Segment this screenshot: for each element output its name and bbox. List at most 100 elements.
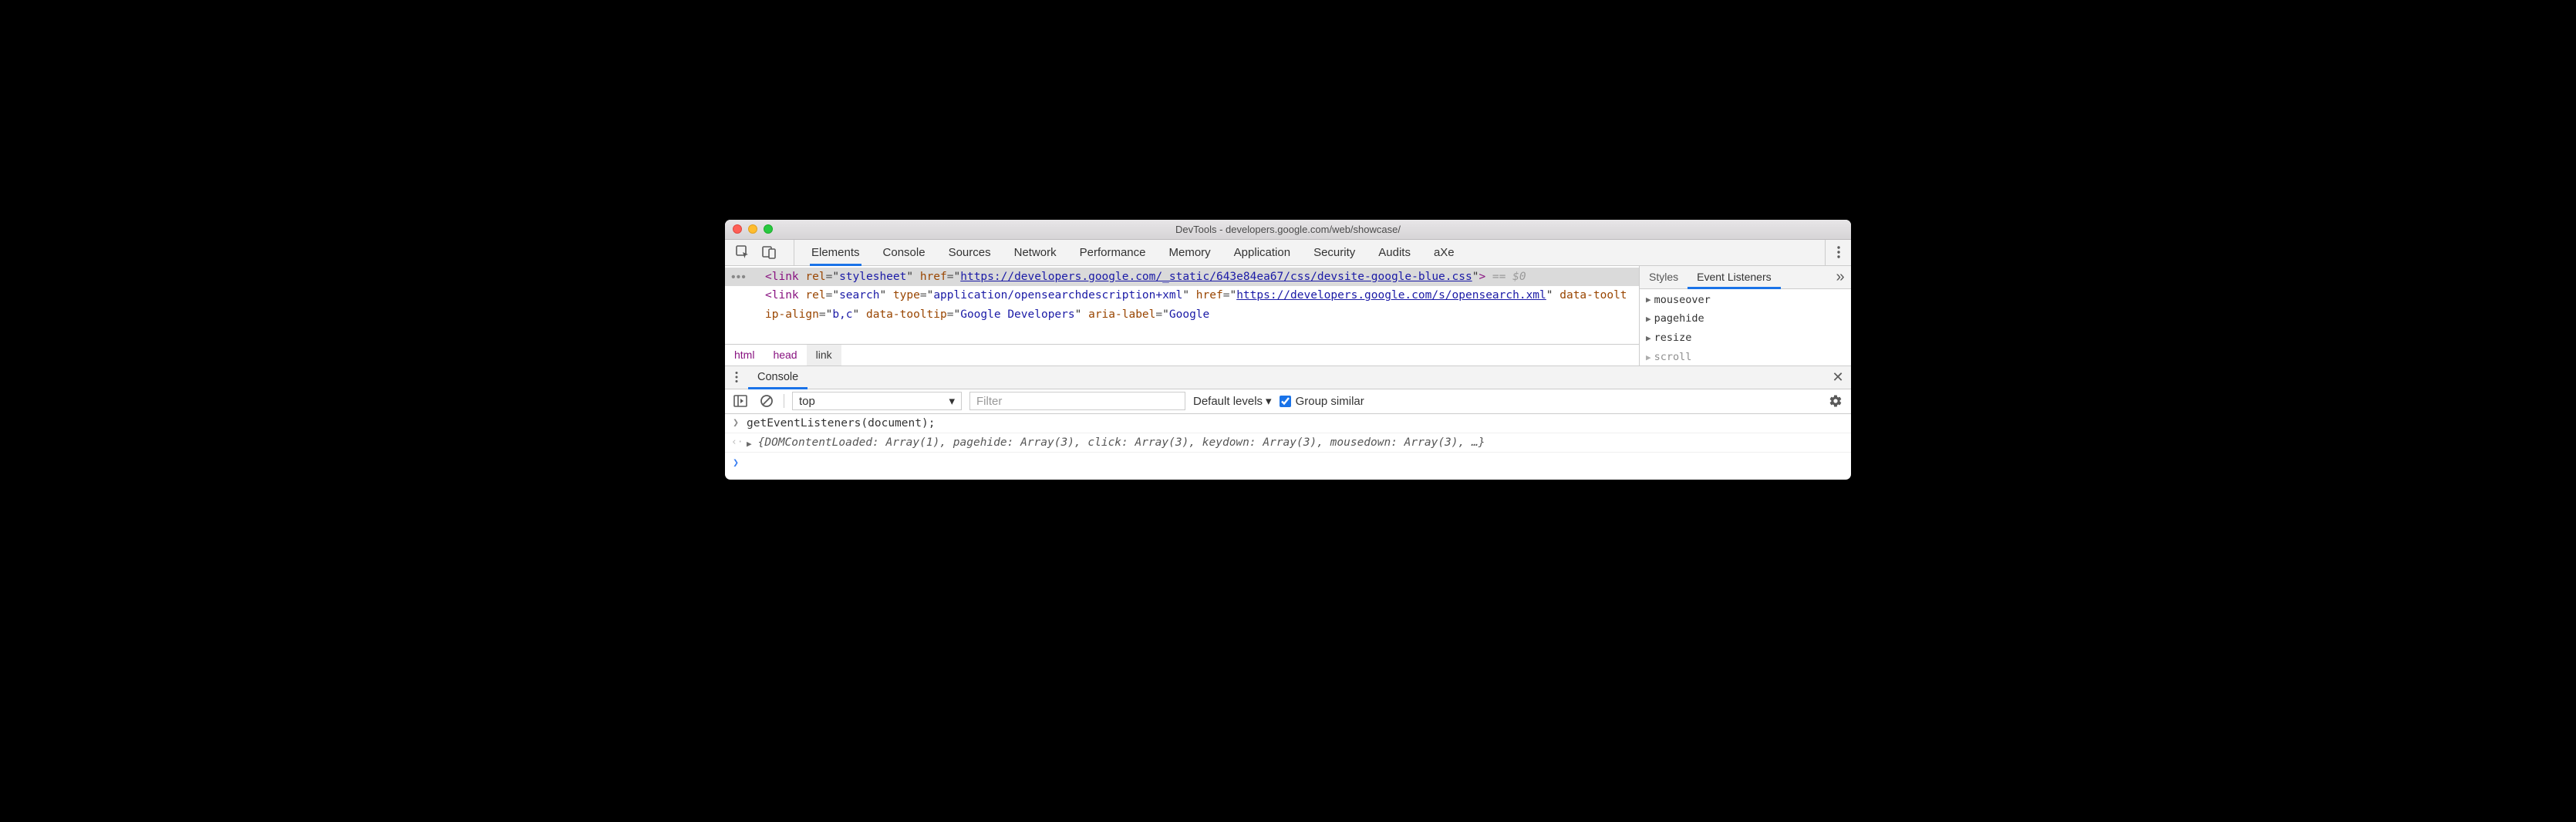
tab-label: Elements — [811, 246, 860, 259]
window-title: DevTools - developers.google.com/web/sho… — [725, 224, 1851, 235]
console-output-line[interactable]: ‹⋅ ▶ {DOMContentLoaded: Array(1), pagehi… — [725, 433, 1851, 453]
attr: aria-label — [1088, 308, 1155, 321]
tab-label: Sources — [949, 246, 991, 259]
attr-link[interactable]: https://developers.google.com/_static/64… — [960, 271, 1472, 283]
console-toolbar: top ▾ Default levels ▾ Group similar — [725, 389, 1851, 414]
inspect-element-icon[interactable] — [731, 241, 754, 264]
console-command: getEventListeners(document); — [747, 417, 935, 430]
log-levels-select[interactable]: Default levels ▾ — [1193, 394, 1272, 408]
attr: rel — [805, 289, 825, 302]
crumb-label: head — [773, 349, 797, 361]
clear-console-icon[interactable] — [757, 389, 776, 413]
drawer-menu-icon[interactable] — [725, 366, 748, 389]
tab-application[interactable]: Application — [1234, 240, 1290, 265]
dom-node[interactable]: <link rel="search" type="application/ope… — [725, 286, 1639, 324]
minimize-window-button[interactable] — [748, 224, 757, 234]
drawer-close-icon[interactable]: ✕ — [1825, 366, 1851, 389]
dom-pane: ••• <link rel="stylesheet" href="https:/… — [725, 266, 1639, 366]
tab-security[interactable]: Security — [1313, 240, 1355, 265]
tab-label: Security — [1313, 246, 1355, 259]
attr: data-tooltip — [866, 308, 947, 321]
main-tab-bar: Elements Console Sources Network Perform… — [725, 240, 1851, 266]
chevron-down-icon: ▾ — [1266, 394, 1272, 408]
drawer-header: Console ✕ — [725, 366, 1851, 389]
context-select[interactable]: top ▾ — [792, 392, 962, 410]
prompt-chevron-icon: ❯ — [731, 457, 740, 469]
listener-item[interactable]: ▶scroll — [1640, 348, 1851, 365]
attr-link[interactable]: https://developers.google.com/s/opensear… — [1236, 289, 1546, 302]
prefix: < — [765, 271, 772, 283]
drawer-tab-label: Console — [757, 371, 798, 383]
close-window-button[interactable] — [733, 224, 742, 234]
crumb-link[interactable]: link — [807, 345, 841, 366]
ellipsis-icon[interactable]: ••• — [731, 271, 747, 285]
attr-val: stylesheet — [839, 271, 906, 283]
side-tab-event-listeners[interactable]: Event Listeners — [1688, 266, 1781, 288]
tab-memory[interactable]: Memory — [1169, 240, 1211, 265]
expand-icon[interactable]: ▶ — [747, 439, 752, 449]
tabs-row: Elements Console Sources Network Perform… — [794, 240, 1825, 265]
listener-item[interactable]: ▶mouseover — [1640, 291, 1851, 310]
crumb-html[interactable]: html — [725, 345, 764, 366]
dom-tree[interactable]: <link rel="stylesheet" href="https://dev… — [725, 266, 1639, 344]
attr: href — [1196, 289, 1223, 302]
console-input-line[interactable]: ❯ getEventListeners(document); — [725, 414, 1851, 433]
tab-elements[interactable]: Elements — [811, 240, 860, 265]
tab-audits[interactable]: Audits — [1378, 240, 1411, 265]
tab-label: Memory — [1169, 246, 1211, 259]
expand-icon: ▶ — [1646, 331, 1651, 346]
console-settings-icon[interactable] — [1826, 389, 1845, 413]
crumb-head[interactable]: head — [764, 345, 806, 366]
context-value: top — [799, 395, 815, 408]
side-more-icon[interactable]: » — [1829, 266, 1851, 288]
console-sidebar-toggle-icon[interactable] — [731, 389, 750, 413]
tab-label: aXe — [1434, 246, 1455, 259]
attr-val: Google — [1169, 308, 1209, 321]
tag: link — [772, 271, 799, 283]
tag: link — [772, 289, 799, 302]
device-toolbar-icon[interactable] — [757, 241, 781, 264]
side-pane: Styles Event Listeners » ▶mouseover ▶pag… — [1639, 266, 1851, 366]
console-prompt[interactable]: ❯ — [725, 453, 1851, 480]
attr-val: Google Developers — [960, 308, 1074, 321]
group-similar-input[interactable] — [1280, 396, 1291, 407]
attr: rel — [805, 271, 825, 283]
chevron-down-icon: ▾ — [949, 394, 955, 408]
devtools-window: DevTools - developers.google.com/web/sho… — [725, 220, 1851, 480]
titlebar: DevTools - developers.google.com/web/sho… — [725, 220, 1851, 240]
tab-network[interactable]: Network — [1014, 240, 1057, 265]
zoom-window-button[interactable] — [764, 224, 773, 234]
main-menu-icon[interactable] — [1825, 240, 1851, 265]
filter-input[interactable] — [969, 392, 1185, 410]
listener-item[interactable]: ▶resize — [1640, 328, 1851, 348]
group-similar-checkbox[interactable]: Group similar — [1280, 395, 1364, 408]
expand-icon: ▶ — [1646, 292, 1651, 308]
listener-item[interactable]: ▶pagehide — [1640, 309, 1851, 328]
input-chevron-icon: ❯ — [731, 417, 740, 429]
expand-icon: ▶ — [1646, 350, 1651, 366]
tab-sources[interactable]: Sources — [949, 240, 991, 265]
levels-label: Default levels — [1193, 395, 1263, 408]
drawer-tab-console[interactable]: Console — [748, 366, 808, 389]
tab-performance[interactable]: Performance — [1080, 240, 1146, 265]
dom-node-selected[interactable]: <link rel="stylesheet" href="https://dev… — [725, 268, 1639, 287]
attr-val: application/opensearchdescription+xml — [933, 289, 1182, 302]
console-result: {DOMContentLoaded: Array(1), pagehide: A… — [758, 436, 1485, 449]
tab-axe[interactable]: aXe — [1434, 240, 1455, 265]
tab-label: Audits — [1378, 246, 1411, 259]
attr-val: search — [839, 289, 879, 302]
tab-label: Console — [883, 246, 926, 259]
tab-console[interactable]: Console — [883, 240, 926, 265]
side-tab-styles[interactable]: Styles — [1640, 266, 1688, 288]
crumb-label: link — [816, 349, 832, 361]
group-similar-label: Group similar — [1296, 395, 1364, 408]
side-tab-label: Event Listeners — [1697, 271, 1772, 283]
breadcrumb: html head link — [725, 344, 1639, 366]
listener-name: scroll — [1654, 348, 1692, 365]
tab-label: Application — [1234, 246, 1290, 259]
tab-label: Performance — [1080, 246, 1146, 259]
event-listener-list: ▶mouseover ▶pagehide ▶resize ▶scroll — [1640, 289, 1851, 366]
attr: href — [920, 271, 947, 283]
left-tools — [725, 240, 794, 265]
listener-name: resize — [1654, 328, 1692, 348]
